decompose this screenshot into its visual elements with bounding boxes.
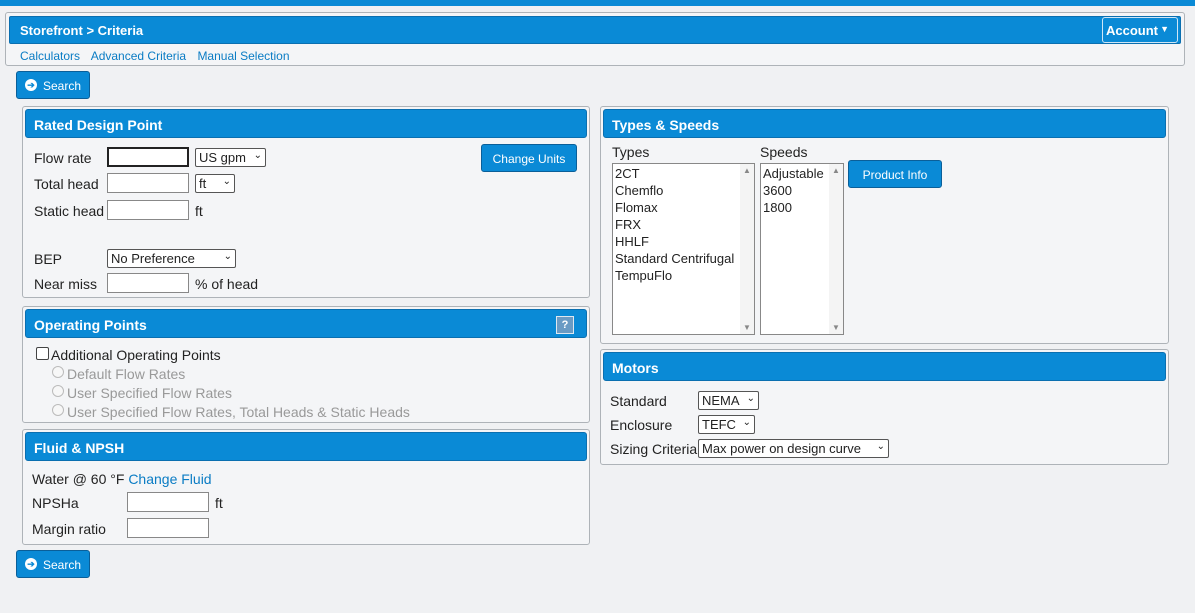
user-flow-rates-label: User Specified Flow Rates [67, 385, 232, 401]
search-button-bottom[interactable]: ➔ Search [16, 550, 90, 578]
fluid-npsh-header: Fluid & NPSH [25, 432, 587, 461]
user-flow-heads-label: User Specified Flow Rates, Total Heads &… [67, 404, 410, 420]
types-speeds-panel: Types & Speeds Types 2CT Chemflo Flomax … [600, 106, 1169, 344]
account-menu-button[interactable]: Account ▼ [1102, 17, 1178, 43]
static-head-unit: ft [195, 203, 203, 219]
flow-rate-input[interactable] [107, 147, 189, 167]
arrow-right-circle-icon: ➔ [25, 79, 37, 91]
flow-rate-label: Flow rate [34, 150, 92, 166]
flow-rate-unit-value: US gpm [199, 150, 246, 165]
search-button-top[interactable]: ➔ Search [16, 71, 90, 99]
operating-points-panel: Operating Points ? Additional Operating … [22, 306, 590, 423]
search-label: Search [43, 79, 82, 93]
motors-header: Motors [603, 352, 1166, 381]
account-label: Account [1106, 23, 1158, 38]
user-flow-heads-radio[interactable] [52, 404, 64, 416]
scroll-up-icon[interactable]: ▲ [832, 166, 840, 175]
total-head-unit-select[interactable]: ft ⌄ [195, 174, 235, 193]
list-item[interactable]: FRX [615, 216, 754, 233]
motors-panel: Motors Standard NEMA ⌄ Enclosure TEFC ⌄ … [600, 349, 1169, 465]
near-miss-label: Near miss [34, 276, 98, 292]
standard-select[interactable]: NEMA ⌄ [698, 391, 759, 410]
calculators-link[interactable]: Calculators [20, 49, 80, 63]
scroll-down-icon[interactable]: ▼ [743, 323, 751, 332]
arrow-right-circle-icon: ➔ [25, 558, 37, 570]
navigation-box: Storefront > Criteria Account ▼ Calculat… [5, 12, 1185, 66]
bep-label: BEP [34, 251, 63, 267]
static-head-label: Static head [34, 203, 105, 219]
enclosure-value: TEFC [702, 417, 736, 432]
list-item[interactable]: TempuFlo [615, 267, 754, 284]
chevron-down-icon: ⌄ [876, 441, 885, 452]
search-label: Search [43, 558, 82, 572]
fluid-text: Water @ 60 °F [32, 471, 125, 487]
chevron-down-icon: ⌄ [222, 176, 231, 187]
advanced-criteria-link[interactable]: Advanced Criteria [91, 49, 186, 63]
total-head-label: Total head [34, 176, 99, 192]
list-item[interactable]: 2CT [615, 165, 754, 182]
chevron-down-icon: ⌄ [253, 150, 262, 161]
operating-points-header: Operating Points ? [25, 309, 587, 338]
types-listbox[interactable]: 2CT Chemflo Flomax FRX HHLF Standard Cen… [612, 163, 755, 335]
nav-bar: Storefront > Criteria Account ▼ [9, 16, 1181, 44]
user-flow-rates-radio[interactable] [52, 385, 64, 397]
scroll-down-icon[interactable]: ▼ [832, 323, 840, 332]
default-flow-rates-radio[interactable] [52, 366, 64, 378]
additional-points-label: Additional Operating Points [51, 347, 221, 363]
list-item[interactable]: Flomax [615, 199, 754, 216]
fluid-npsh-panel: Fluid & NPSH Water @ 60 °F Change Fluid … [22, 429, 590, 545]
additional-points-checkbox[interactable] [36, 347, 49, 360]
bep-value: No Preference [111, 251, 195, 266]
total-head-unit-value: ft [199, 176, 207, 191]
speeds-scrollbar[interactable]: ▲ ▼ [829, 164, 843, 334]
flow-rate-unit-select[interactable]: US gpm ⌄ [195, 148, 266, 167]
fluid-description: Water @ 60 °F Change Fluid [32, 471, 212, 487]
enclosure-label: Enclosure [610, 417, 673, 433]
product-info-button[interactable]: Product Info [848, 160, 942, 188]
types-scrollbar[interactable]: ▲ ▼ [740, 164, 754, 334]
list-item[interactable]: HHLF [615, 233, 754, 250]
near-miss-input[interactable] [107, 273, 189, 293]
help-icon[interactable]: ? [556, 316, 574, 334]
rated-design-point-header: Rated Design Point [25, 109, 587, 138]
sizing-criteria-value: Max power on design curve [702, 441, 861, 456]
chevron-down-icon: ⌄ [742, 417, 751, 428]
bep-select[interactable]: No Preference ⌄ [107, 249, 236, 268]
types-label: Types [612, 144, 650, 160]
operating-points-title: Operating Points [34, 317, 147, 333]
npsha-label: NPSHa [32, 495, 79, 511]
standard-label: Standard [610, 393, 667, 409]
sizing-criteria-select[interactable]: Max power on design curve ⌄ [698, 439, 889, 458]
chevron-down-icon: ⌄ [223, 251, 232, 262]
list-item[interactable]: Chemflo [615, 182, 754, 199]
enclosure-select[interactable]: TEFC ⌄ [698, 415, 755, 434]
manual-selection-link[interactable]: Manual Selection [197, 49, 289, 63]
change-fluid-link[interactable]: Change Fluid [128, 471, 211, 487]
chevron-down-icon: ▼ [1160, 24, 1169, 34]
standard-value: NEMA [702, 393, 740, 408]
types-speeds-header: Types & Speeds [603, 109, 1166, 138]
total-head-input[interactable] [107, 173, 189, 193]
rated-design-point-panel: Rated Design Point Flow rate US gpm ⌄ To… [22, 106, 590, 298]
static-head-input[interactable] [107, 200, 189, 220]
list-item[interactable]: Standard Centrifugal [615, 250, 754, 267]
scroll-up-icon[interactable]: ▲ [743, 166, 751, 175]
breadcrumb: Storefront > Criteria [20, 23, 144, 38]
sub-navigation: Calculators Advanced Criteria Manual Sel… [20, 49, 298, 63]
margin-ratio-input[interactable] [127, 518, 209, 538]
margin-ratio-label: Margin ratio [32, 521, 106, 537]
change-units-button[interactable]: Change Units [481, 144, 577, 172]
default-flow-rates-label: Default Flow Rates [67, 366, 186, 382]
top-accent-stripe [0, 0, 1195, 6]
near-miss-unit: % of head [195, 276, 259, 292]
sizing-criteria-label: Sizing Criteria [610, 441, 698, 457]
speeds-label: Speeds [760, 144, 808, 160]
chevron-down-icon: ⌄ [746, 393, 755, 404]
npsha-input[interactable] [127, 492, 209, 512]
npsha-unit: ft [215, 495, 223, 511]
speeds-listbox[interactable]: Adjustable 3600 1800 ▲ ▼ [760, 163, 844, 335]
